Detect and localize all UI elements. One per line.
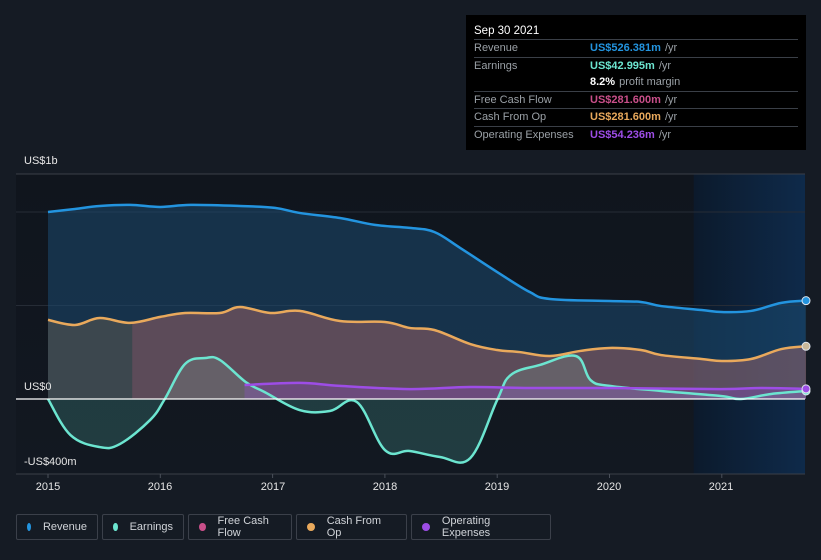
tooltip-label: Cash From Op (474, 111, 547, 123)
cash-from-op-end-marker (801, 341, 811, 351)
tooltip-label: Operating Expenses (474, 128, 574, 141)
tooltip-row-free-cash-flow: Free Cash Flow US$281.600m /yr (474, 92, 798, 109)
revenue-end-marker (801, 296, 811, 306)
legend-item-revenue[interactable]: Revenue (16, 514, 98, 540)
legend-label: Operating Expenses (441, 515, 491, 539)
y-tick-label-0: US$0 (24, 381, 52, 393)
y-tick-label-1b: US$1b (24, 155, 58, 167)
revenue-dot-icon (27, 523, 31, 531)
tooltip-value: US$42.995m (590, 59, 655, 72)
tooltip-unit: /yr (658, 59, 672, 72)
legend-item-operating-expenses[interactable]: Operating Expenses (411, 514, 551, 540)
x-tick-label-2016: 2016 (147, 481, 173, 493)
legend-label: Free Cash Flow (217, 515, 269, 539)
tooltip-unit: /yr (664, 111, 678, 123)
operating-expenses-dot-icon (422, 523, 430, 531)
tooltip-unit: /yr (664, 42, 678, 54)
tooltip: Sep 30 2021 Revenue US$526.381m /yr Earn… (466, 15, 806, 150)
tooltip-unit: /yr (658, 128, 672, 141)
tooltip-label (474, 74, 590, 91)
tooltip-value: US$281.600m (590, 93, 661, 106)
tooltip-row-profit-margin: 8.2% profit margin (474, 74, 798, 92)
tooltip-row-operating-expenses: Operating Expenses US$54.236m /yr (474, 127, 798, 144)
legend-label: Cash From Op (326, 515, 382, 539)
tooltip-row-revenue: Revenue US$526.381m /yr (474, 40, 798, 58)
tooltip-value: US$54.236m (590, 128, 655, 141)
legend-item-cash-from-op[interactable]: Cash From Op (296, 514, 407, 540)
tooltip-value: 8.2% (590, 76, 616, 88)
tooltip-unit: /yr (664, 93, 678, 106)
legend-item-free-cash-flow[interactable]: Free Cash Flow (188, 514, 292, 540)
tooltip-label: Earnings (474, 59, 518, 72)
x-tick-label-2020: 2020 (596, 481, 622, 493)
x-tick-label-2015: 2015 (35, 481, 61, 493)
legend-label: Revenue (42, 521, 87, 533)
cash-from-op-dot-icon (307, 523, 315, 531)
legend-label: Earnings (129, 521, 173, 533)
tooltip-date: Sep 30 2021 (474, 23, 798, 40)
tooltip-value: US$526.381m (590, 42, 661, 54)
y-tick-label-neg400m: -US$400m (24, 456, 77, 468)
legend-item-earnings[interactable]: Earnings (102, 514, 184, 540)
tooltip-row-earnings: Earnings US$42.995m /yr (474, 58, 798, 75)
x-tick-label-2017: 2017 (260, 481, 286, 493)
tooltip-value: US$281.600m (590, 111, 661, 123)
x-tick-label-2019: 2019 (484, 481, 510, 493)
x-tick-label-2018: 2018 (372, 481, 398, 493)
earnings-dot-icon (113, 523, 118, 531)
x-tick-label-2021: 2021 (708, 481, 734, 493)
operating-expenses-end-marker (801, 384, 811, 394)
tooltip-label: Revenue (474, 42, 519, 54)
tooltip-unit: profit margin (619, 76, 681, 88)
legend: Revenue Earnings Free Cash Flow Cash Fro… (16, 514, 551, 540)
tooltip-row-cash-from-op: Cash From Op US$281.600m /yr (474, 109, 798, 127)
free-cash-flow-dot-icon (199, 523, 206, 531)
tooltip-label: Free Cash Flow (474, 93, 552, 106)
